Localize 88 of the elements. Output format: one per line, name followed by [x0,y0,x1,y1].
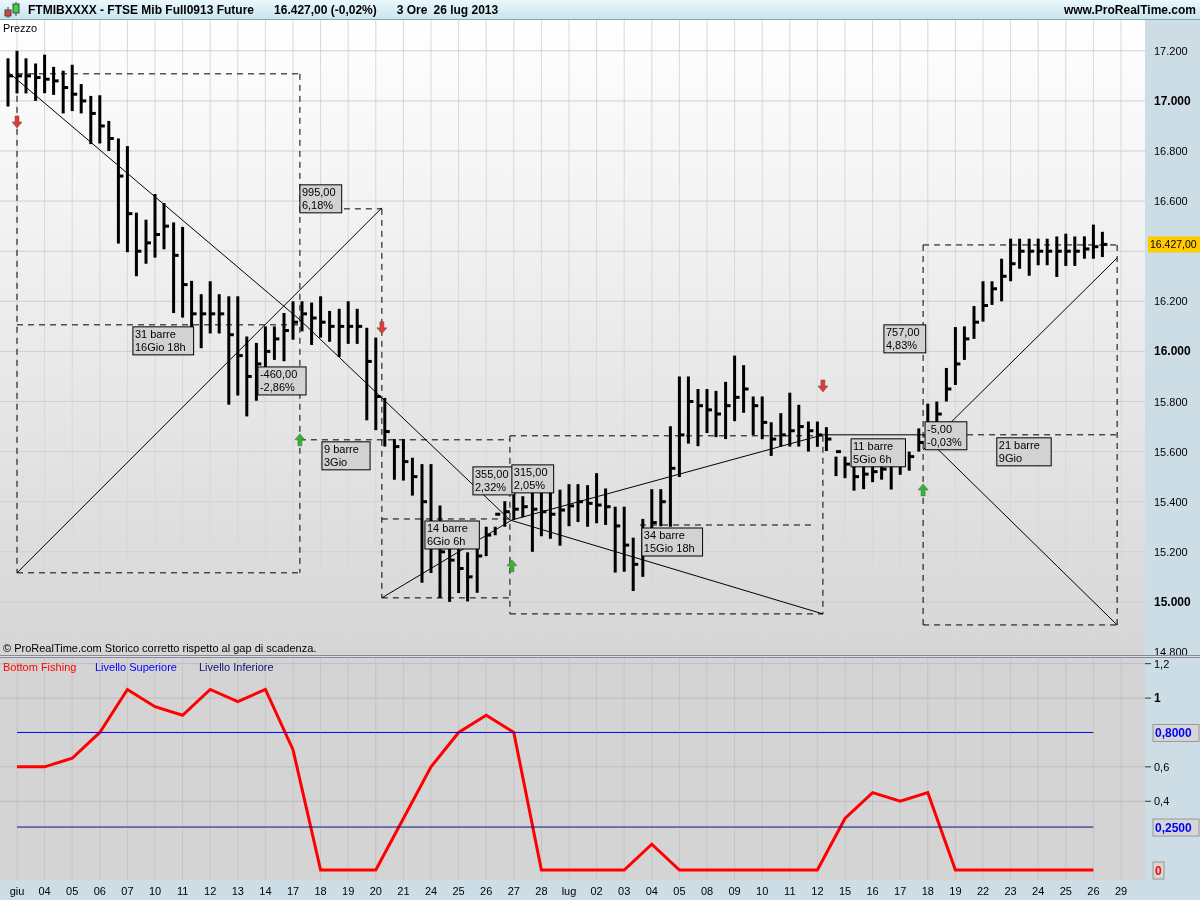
arrow-down-icon [376,321,388,335]
axis-label: 04 [38,885,51,897]
price-tag: 16.427,00 [1148,236,1200,253]
axis-label: 06 [93,885,106,897]
last-price: 16.427,00 (-0,02%) [274,2,377,17]
axis-label: 29 [1114,885,1128,897]
axis-label: 17 [286,885,300,897]
axis-label: 14 [259,885,272,897]
axis-label: 16 [866,885,879,897]
axis-label: 17.200 [1154,44,1188,57]
measure-label: 21 barre 9Gio [996,437,1052,467]
axis-label: 16.200 [1154,295,1188,308]
measure-label: 9 barre 3Gio [321,441,371,471]
value-badge: 0,2500 [1152,818,1200,837]
axis-label: 12 [811,885,824,897]
axis-label: 15.000 [1154,594,1191,609]
axis-label: lug [561,885,577,897]
measure-label: 14 barre 6Gio 6h [424,520,480,550]
candlestick-icon [4,0,22,19]
axis-label: 15.600 [1154,445,1188,458]
axis-label: 11 [176,885,189,897]
legend-label: Livello Inferiore [199,661,274,673]
axis-label: 04 [645,885,658,897]
timeframe: 3 Ore [396,2,428,17]
panel-label: Prezzo [3,22,38,34]
axis-label: 08 [700,885,714,897]
axis-label: 15.200 [1154,545,1188,558]
arrow-up-icon [294,433,306,447]
axis-label: 0,4 [1154,795,1170,808]
axis-label: 20 [369,885,382,897]
axis-label: 16.800 [1154,145,1188,157]
axis-label: 17.000 [1154,93,1191,108]
axis-label: 05 [673,885,686,897]
axis-label: giu [9,885,25,897]
axis-label: 10 [756,885,769,897]
value-badge: 0,8000 [1152,723,1200,742]
axis-label: 16.000 [1154,344,1191,359]
axis-label: 03 [618,885,631,897]
legend-label: Livello Superiore [95,661,177,673]
arrow-down-icon [11,115,23,129]
axis-label: 22 [976,885,990,897]
axis-label: 18 [314,885,327,897]
axis-label: 09 [728,885,741,897]
copyright-note: © ProRealTime.com Storico corretto rispetto al gap di scadenza. [3,642,317,654]
axis-label: 15.400 [1154,495,1188,508]
axis-label: 28 [535,885,548,897]
axis-label: 27 [507,885,520,897]
axis-label: 24 [424,885,438,897]
chart-date: 26 lug 2013 [433,2,499,17]
axis-label: 25 [1059,885,1072,897]
axis-label: 02 [590,885,603,897]
axis-label: 07 [121,885,134,897]
axis-label: 23 [1004,885,1017,897]
measure-label: 11 barre 5Gio 6h [850,438,906,468]
measure-label: -5,00 -0,03% [924,421,968,451]
instrument-title: FTMIBXXXX - FTSE Mib Full0913 Future [28,2,255,17]
axis-label: 1,2 [1154,658,1170,670]
measure-label: 34 barre 15Gio 18h [641,527,704,557]
axis-label: 05 [66,885,79,897]
axis-label: 26 [1087,885,1100,897]
axis-label: 16.600 [1154,195,1188,208]
axis-label: 24 [1032,885,1045,897]
measure-label: 995,00 6,18% [299,184,343,214]
axis-label: 13 [231,885,244,897]
axis-label: 19 [949,885,962,897]
axis-label: 21 [397,885,410,897]
measure-label: -460,00 -2,86% [257,366,307,396]
axis-label: 1 [1154,691,1161,706]
arrow-up-icon [506,559,518,573]
arrow-up-icon [917,483,929,497]
measure-label: 757,00 4,83% [883,324,927,354]
axis-label: 25 [452,885,465,897]
axis-label: 0,6 [1154,760,1170,773]
axis-label: 15 [838,885,852,897]
axis-label: 10 [148,885,162,897]
legend-label: Bottom Fishing [3,661,77,673]
axis-label: 11 [784,885,796,897]
axis-label: 12 [204,885,217,897]
axis-label: 26 [480,885,493,897]
measure-label: 31 barre 16Gio 18h [132,326,195,356]
arrow-down-icon [817,379,829,393]
axis-label: 17 [894,885,907,897]
axis-label: 19 [342,885,355,897]
value-badge: 0 [1152,861,1165,880]
measure-label: 315,00 2,05% [511,464,555,494]
axis-label: 15.800 [1154,395,1188,408]
website-label: www.ProRealTime.com [1063,2,1196,17]
axis-label: 18 [921,885,934,897]
